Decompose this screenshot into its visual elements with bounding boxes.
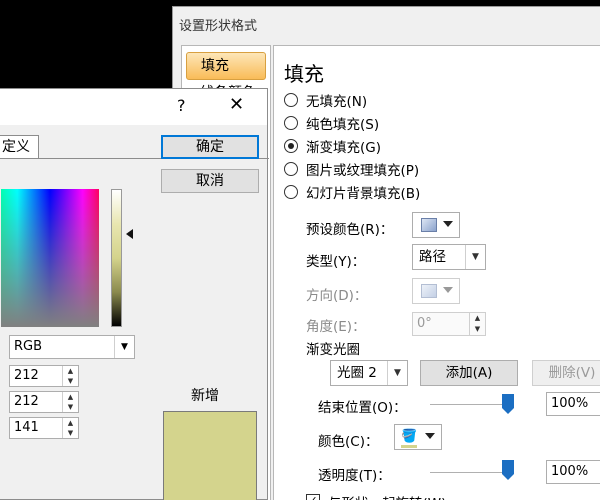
delete-stop-button[interactable]: 删除(V) — [532, 360, 600, 386]
color-mode-select[interactable]: RGB ▼ — [9, 335, 135, 359]
spin-down-icon[interactable]: ▼ — [63, 402, 78, 412]
spin-up-icon[interactable]: ▲ — [63, 392, 78, 402]
radio-gradient-fill-label: 渐变填充(G) — [306, 140, 381, 156]
red-input[interactable]: 212 ▲ ▼ — [9, 365, 79, 387]
chevron-down-icon: ▼ — [114, 336, 134, 358]
direction-label: 方向(D)： — [306, 288, 368, 304]
green-input[interactable]: 212 ▲ ▼ — [9, 391, 79, 413]
radio-background-fill[interactable]: 幻灯片背景填充(B) — [284, 182, 420, 202]
dropdown-arrow-icon — [425, 433, 435, 439]
add-stop-button[interactable]: 添加(A) — [420, 360, 518, 386]
radio-no-fill[interactable]: 无填充(N) — [284, 90, 367, 110]
red-spinner[interactable]: ▲ ▼ — [62, 366, 78, 386]
green-spinner[interactable]: ▲ ▼ — [62, 392, 78, 412]
fill-settings-panel: 填充 无填充(N) 纯色填充(S) 渐变填充(G) 图片或纹理填充(P) 幻灯片… — [273, 45, 600, 500]
gradient-stop-select[interactable]: 光圈 2 ▼ — [330, 360, 408, 386]
radio-picture-fill[interactable]: 图片或纹理填充(P) — [284, 159, 419, 179]
color-mode-value: RGB — [14, 339, 43, 354]
preset-colors-label: 预设颜色(R)： — [306, 222, 394, 238]
luminance-pointer-icon[interactable] — [126, 229, 133, 239]
spin-down-icon[interactable]: ▼ — [470, 324, 485, 335]
end-position-slider-thumb[interactable] — [502, 394, 514, 414]
blue-spinner[interactable]: ▲ ▼ — [62, 418, 78, 438]
angle-value: 0° — [417, 316, 432, 331]
spin-down-icon[interactable]: ▼ — [63, 428, 78, 438]
radio-solid-fill[interactable]: 纯色填充(S) — [284, 113, 379, 133]
blue-input[interactable]: 141 ▲ ▼ — [9, 417, 79, 439]
transparency-slider-thumb[interactable] — [502, 460, 514, 480]
blue-value: 141 — [14, 420, 39, 435]
transparency-input[interactable]: 100% — [546, 460, 600, 484]
end-position-label: 结束位置(O)： — [318, 400, 407, 416]
colors-dialog-titlebar: ? ✕ — [0, 89, 267, 125]
angle-input[interactable]: 0° ▲ ▼ — [412, 312, 486, 336]
angle-spinner[interactable]: ▲ ▼ — [469, 313, 485, 335]
green-value: 212 — [14, 394, 39, 409]
radio-background-fill-circle[interactable] — [284, 185, 298, 199]
end-position-slider-track[interactable] — [430, 404, 512, 405]
format-shape-title: 设置形状格式 — [179, 19, 258, 34]
red-value: 212 — [14, 368, 39, 383]
radio-solid-fill-label: 纯色填充(S) — [306, 117, 380, 133]
radio-picture-fill-circle[interactable] — [284, 162, 298, 176]
type-select[interactable]: 路径 ▼ — [412, 244, 486, 270]
paint-bucket-icon: 🪣 — [401, 429, 418, 444]
new-color-label: 新增 — [191, 388, 219, 404]
dropdown-arrow-icon — [443, 287, 453, 293]
radio-gradient-fill-circle[interactable] — [284, 139, 298, 153]
gradient-preview-icon — [421, 218, 437, 232]
spin-down-icon[interactable]: ▼ — [63, 376, 78, 386]
dropdown-arrow-icon — [443, 221, 453, 227]
radio-no-fill-label: 无填充(N) — [306, 94, 368, 110]
ok-button[interactable]: 确定 — [161, 135, 259, 159]
fill-heading: 填充 — [284, 62, 324, 86]
spin-up-icon[interactable]: ▲ — [63, 418, 78, 428]
chevron-down-icon: ▼ — [387, 361, 407, 385]
help-icon[interactable]: ? — [177, 96, 186, 115]
direction-preview-icon — [421, 284, 437, 298]
color-picker-button[interactable]: 🪣 — [394, 424, 442, 450]
color-spectrum[interactable] — [1, 189, 99, 327]
colors-dialog: ? ✕ 定义 确定 取消 RGB ▼ 212 ▲ ▼ 212 ▲ ▼ 141 ▲ ▼ … — [0, 88, 269, 500]
rotate-with-shape-label: 与形状一起旋转(W) — [328, 492, 446, 500]
type-value: 路径 — [419, 249, 446, 265]
gradient-stop-value: 光圈 2 — [337, 365, 377, 381]
nav-item-fill[interactable]: 填充 — [186, 52, 266, 80]
luminance-slider[interactable] — [111, 189, 122, 327]
tab-custom[interactable]: 定义 — [0, 135, 39, 159]
radio-gradient-fill[interactable]: 渐变填充(G) — [284, 136, 381, 156]
new-color-swatch — [163, 411, 257, 500]
color-label: 颜色(C)： — [318, 434, 379, 450]
direction-button[interactable] — [412, 278, 460, 304]
transparency-slider-track[interactable] — [430, 472, 512, 473]
angle-label: 角度(E)： — [306, 319, 366, 335]
current-color-bar — [401, 445, 417, 448]
spin-up-icon[interactable]: ▲ — [63, 366, 78, 376]
end-position-input[interactable]: 100% — [546, 392, 600, 416]
rotate-with-shape-checkbox[interactable]: ✓ — [306, 494, 320, 500]
close-icon[interactable]: ✕ — [229, 94, 244, 115]
preset-colors-button[interactable] — [412, 212, 460, 238]
radio-picture-fill-label: 图片或纹理填充(P) — [306, 163, 420, 179]
gradient-stops-label: 渐变光圈 — [306, 342, 360, 358]
chevron-down-icon: ▼ — [465, 245, 485, 269]
radio-background-fill-label: 幻灯片背景填充(B) — [306, 186, 421, 202]
radio-solid-fill-circle[interactable] — [284, 116, 298, 130]
spin-up-icon[interactable]: ▲ — [470, 313, 485, 324]
type-label: 类型(Y)： — [306, 254, 366, 270]
transparency-label: 透明度(T)： — [318, 468, 391, 484]
radio-no-fill-circle[interactable] — [284, 93, 298, 107]
cancel-button[interactable]: 取消 — [161, 169, 259, 193]
